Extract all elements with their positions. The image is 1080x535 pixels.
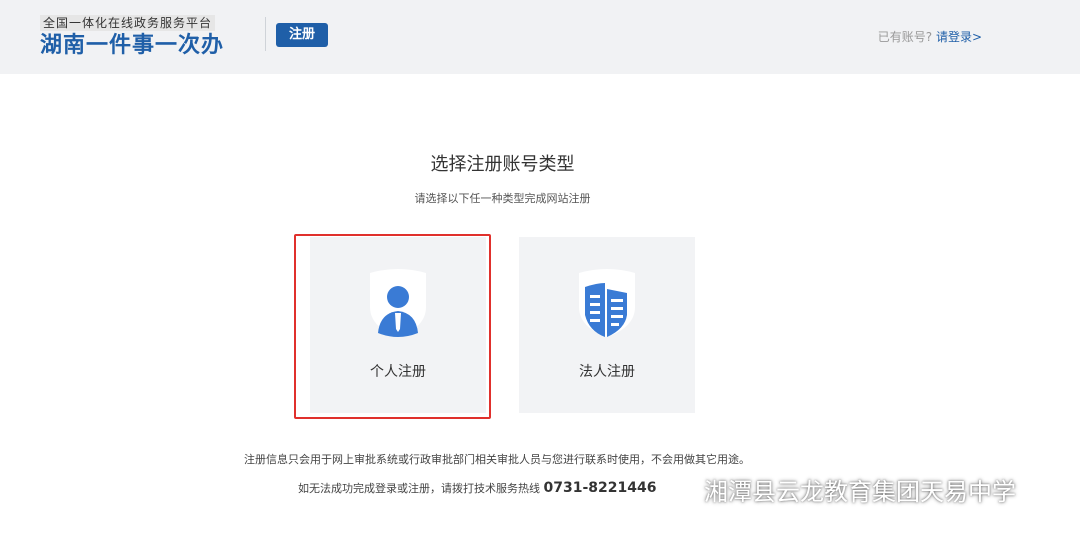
logo-subtitle: 全国一体化在线政务服务平台 <box>40 15 216 31</box>
login-area: 已有账号? 请登录> <box>878 28 982 45</box>
wechat-icon <box>669 477 699 501</box>
legal-register-label: 法人注册 <box>579 364 635 380</box>
privacy-note: 注册信息只会用于网上审批系统或行政审批部门相关审批人员与您进行联系时使用，不会用… <box>244 453 750 466</box>
legal-register-card[interactable]: 法人注册 <box>519 237 695 413</box>
watermark-text: 湘潭县云龙教育集团天易中学 <box>704 478 1016 506</box>
logo-title: 湖南一件事一次办 <box>40 33 225 58</box>
hotline-line: 如无法成功完成登录或注册，请拨打技术服务热线 0731-8221446 <box>298 480 656 496</box>
site-logo[interactable]: 全国一体化在线政务服务平台 湖南一件事一次办 <box>40 12 240 60</box>
login-prompt: 已有账号? <box>877 30 933 44</box>
personal-register-card[interactable]: 个人注册 <box>310 237 486 413</box>
person-shield-icon <box>370 269 426 337</box>
register-badge: 注册 <box>276 23 328 47</box>
hotline-text: 如无法成功完成登录或注册，请拨打技术服务热线 <box>298 482 540 495</box>
watermark: 湘潭县云龙教育集团天易中学 <box>668 472 1016 507</box>
page-title: 选择注册账号类型 <box>430 154 575 175</box>
top-header: 全国一体化在线政务服务平台 湖南一件事一次办 注册 已有账号? 请登录> <box>0 0 1080 74</box>
page-subtitle: 请选择以下任一种类型完成网站注册 <box>414 192 591 205</box>
personal-register-label: 个人注册 <box>370 364 426 380</box>
hotline-number: 0731-8221446 <box>543 480 657 496</box>
building-shield-icon <box>579 269 635 337</box>
header-divider <box>265 17 266 51</box>
login-link[interactable]: 请登录> <box>936 30 982 44</box>
